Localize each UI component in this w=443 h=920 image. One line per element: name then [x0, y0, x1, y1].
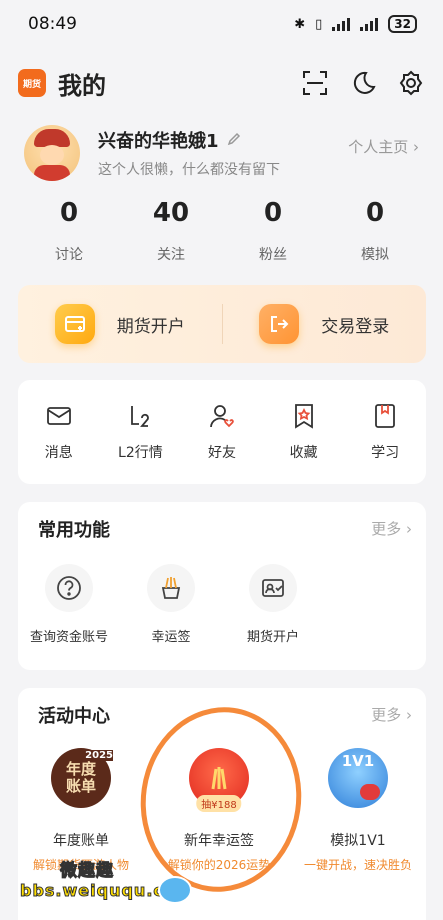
- homepage-label: 个人主页: [348, 138, 409, 156]
- watermark-line-2: bbs.weiququ.cn: [19, 881, 177, 901]
- stat-value: 0: [263, 198, 283, 228]
- bluetooth-icon: ✱: [294, 16, 306, 32]
- menu-item-label: 学习: [371, 445, 400, 461]
- simulation-badge: 1V1: [328, 748, 388, 808]
- stat-followers[interactable]: 0 粉丝: [222, 198, 324, 264]
- account-icon: [249, 564, 297, 612]
- lucky-icon: [147, 564, 195, 612]
- stat-label: 粉丝: [259, 247, 287, 263]
- function-label: 幸运签: [151, 630, 191, 645]
- menu-item-friends[interactable]: 好友: [181, 402, 263, 462]
- activity-annual-bill[interactable]: 2025 年度 账单 年度账单 解锁期货西游人物: [13, 748, 149, 873]
- scan-icon[interactable]: [301, 69, 329, 97]
- menu-item-l2[interactable]: L2行情: [100, 402, 182, 462]
- activity-label: 年度账单: [53, 833, 109, 849]
- status-icons: ✱ ▯ 32: [294, 15, 417, 33]
- battery-icon: 32: [388, 15, 417, 33]
- badge-text-1: 年度: [65, 760, 96, 778]
- moon-icon[interactable]: [349, 69, 377, 97]
- vibrate-icon: ▯: [315, 16, 323, 32]
- function-query-account[interactable]: 查询资金账号: [18, 564, 120, 645]
- watermark: 微趣趣 bbs.weiququ.cn: [19, 856, 177, 901]
- open-account-button[interactable]: 期货开户: [18, 304, 222, 344]
- annual-bill-badge: 2025 年度 账单: [51, 748, 113, 808]
- edit-icon[interactable]: [227, 130, 241, 151]
- avatar[interactable]: [24, 125, 80, 181]
- function-label: 期货开户: [246, 630, 299, 645]
- activity-simulation-1v1[interactable]: 1V1 模拟1V1 一键开战，速决胜负: [290, 748, 426, 873]
- book-icon: [375, 404, 396, 428]
- wifi-icon: [360, 17, 379, 31]
- common-functions-card: 常用功能 更多 › 查询资金账号 幸运签 期货开户: [18, 502, 426, 670]
- stat-value: 0: [59, 198, 79, 228]
- friend-icon: [210, 405, 234, 428]
- function-lucky-draw[interactable]: 幸运签: [120, 564, 222, 645]
- card-icon: [54, 304, 95, 344]
- gear-icon[interactable]: [397, 69, 425, 97]
- more-link[interactable]: 更多 ›: [371, 704, 412, 725]
- section-title: 常用功能: [38, 520, 110, 541]
- more-label: 更多: [371, 520, 402, 538]
- l2-icon: [131, 406, 150, 427]
- page-title: 我的: [58, 71, 106, 100]
- menu-item-label: L2行情: [118, 445, 163, 461]
- boxing-glove-icon: [360, 784, 380, 800]
- question-icon: [45, 564, 93, 612]
- profile-name: 兴奋的华艳娥1: [98, 131, 219, 152]
- open-account-label: 期货开户: [116, 316, 185, 337]
- status-time: 08:49: [28, 14, 77, 34]
- mail-icon: [46, 407, 71, 425]
- status-bar: 08:49 ✱ ▯ 32: [0, 0, 443, 48]
- stat-label: 模拟: [361, 247, 389, 263]
- chevron-right-icon: ›: [413, 138, 419, 156]
- watermark-line-1: 微趣趣: [59, 861, 114, 882]
- stat-label: 讨论: [55, 247, 83, 263]
- homepage-link[interactable]: 个人主页 ›: [348, 136, 419, 157]
- activity-label: 模拟1V1: [330, 833, 386, 849]
- login-icon: [259, 304, 300, 344]
- app-logo: 期货: [18, 69, 46, 97]
- trade-login-label: 交易登录: [321, 316, 390, 337]
- watermark-logo-icon: [158, 876, 192, 904]
- stat-value: 40: [152, 198, 190, 228]
- profile-section[interactable]: 兴奋的华艳娥1 这个人很懒，什么都没有留下 个人主页 ›: [0, 118, 443, 188]
- badge-year: 2025: [85, 750, 113, 761]
- signal-icon: [332, 17, 351, 31]
- stat-following[interactable]: 40 关注: [120, 198, 222, 264]
- stat-discussion[interactable]: 0 讨论: [18, 198, 120, 264]
- stat-simulation[interactable]: 0 模拟: [324, 198, 426, 264]
- star-icon: [294, 404, 313, 429]
- profile-description: 这个人很懒，什么都没有留下: [98, 162, 280, 178]
- function-open-account[interactable]: 期货开户: [222, 564, 324, 645]
- menu-item-label: 消息: [44, 445, 73, 461]
- stats-row: 0 讨论 40 关注 0 粉丝 0 模拟: [18, 198, 426, 264]
- header: 期货 我的: [0, 55, 443, 111]
- chevron-right-icon: ›: [401, 706, 412, 724]
- simulation-badge-text: 1V1: [341, 752, 375, 770]
- menu-item-label: 好友: [207, 445, 236, 461]
- trade-login-button[interactable]: 交易登录: [223, 304, 427, 344]
- menu-item-favorites[interactable]: 收藏: [263, 402, 345, 462]
- function-label: 查询资金账号: [29, 630, 108, 645]
- menu-item-learning[interactable]: 学习: [344, 402, 426, 462]
- badge-text-2: 账单: [65, 777, 96, 795]
- section-title: 活动中心: [38, 706, 110, 727]
- activity-subtitle: 一键开战，速决胜负: [303, 858, 412, 872]
- menu-item-messages[interactable]: 消息: [18, 402, 100, 462]
- more-label: 更多: [371, 706, 402, 724]
- chevron-right-icon: ›: [401, 520, 412, 538]
- quick-menu: 消息 L2行情 好友 收藏 学习: [18, 380, 426, 484]
- stat-value: 0: [365, 198, 385, 228]
- stat-label: 关注: [157, 247, 185, 263]
- menu-item-label: 收藏: [289, 445, 318, 461]
- more-link[interactable]: 更多 ›: [371, 518, 412, 539]
- account-banner: 期货开户 交易登录: [18, 285, 426, 363]
